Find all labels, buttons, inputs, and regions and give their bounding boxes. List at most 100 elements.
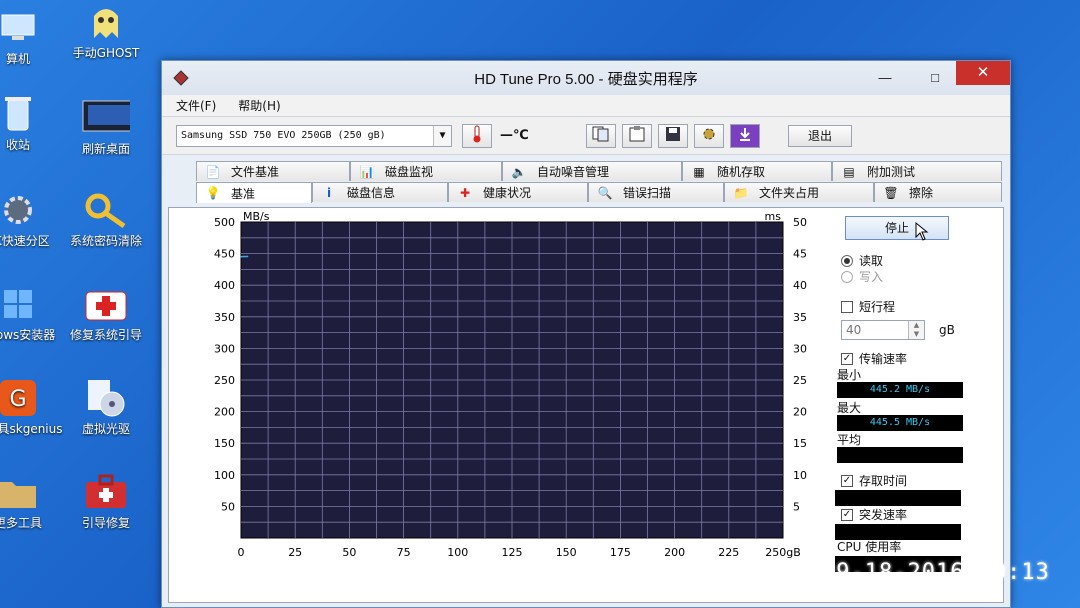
tab-benchmark[interactable]: 💡 基准 (196, 182, 312, 203)
desktop-icon-refresh[interactable]: 刷新桌面 (58, 98, 154, 156)
chart-icon: ▤ (843, 164, 855, 179)
desktop-icon-diskgenius[interactable]: G 区工具skgenius (0, 378, 66, 436)
write-radio-circle[interactable] (841, 270, 853, 283)
y-right-tick-label: 50 (793, 216, 807, 229)
desktop-icon-password[interactable]: 系统密码清除 (58, 190, 154, 248)
exit-button[interactable]: 退出 (788, 124, 852, 147)
copy-icon (592, 126, 610, 146)
y-right-tick-label: 15 (793, 437, 807, 450)
photo-timestamp: 09-18-2016 10:13 (822, 560, 1050, 585)
max-readout: 445.5 MB/s (837, 415, 963, 431)
stop-button[interactable]: 停止 (845, 216, 949, 240)
desktop-icon-label: SK快速分区 (0, 234, 50, 248)
y-right-tick-label: 45 (793, 248, 807, 261)
y-left-axis-label: MB/s (243, 210, 270, 223)
cpu-label: CPU 使用率 (837, 540, 902, 554)
y-left-tick-label: 250 (214, 374, 235, 387)
diskgenius-icon: G (0, 378, 42, 418)
gear-icon (0, 190, 42, 230)
menu-bar: 文件(F) 帮助(H) (162, 95, 1010, 117)
options-button[interactable] (694, 123, 724, 148)
benchmark-chart: 5010015020025030035040045050051015202530… (214, 210, 807, 559)
desktop-icon-computer[interactable]: 算机 (0, 8, 66, 66)
read-radio[interactable]: 读取 (841, 252, 883, 269)
ghost-icon (82, 2, 130, 42)
file-icon: 📄 (205, 164, 221, 179)
desktop-icon-boot-repair[interactable]: 引导修复 (58, 472, 154, 530)
copy-info-button[interactable] (586, 123, 616, 148)
clipboard-icon (628, 125, 646, 146)
write-radio[interactable]: 写入 (841, 268, 883, 285)
desktop-icon-partition[interactable]: SK快速分区 (0, 190, 66, 248)
copy-screenshot-button[interactable] (622, 123, 652, 148)
drive-select[interactable]: Samsung SSD 750 EVO 250GB (250 gB) ▼ (176, 124, 452, 147)
y-left-tick-label: 400 (214, 279, 235, 292)
desktop-icon-repair-boot[interactable]: 修复系统引导 (58, 284, 154, 342)
tab-disk-monitor[interactable]: 📊 磁盘监视 (350, 161, 502, 181)
tab-health[interactable]: ✚ 健康状况 (448, 182, 588, 202)
desktop-icon-ghost[interactable]: 手动GHOST (58, 2, 154, 60)
chevron-down-icon[interactable]: ▼ (433, 125, 451, 146)
access-time-checkbox[interactable]: ✓ 存取时间 (841, 472, 907, 489)
tab-label: 错误扫描 (623, 186, 672, 200)
tab-error-scan[interactable]: 🔍 错误扫描 (588, 182, 724, 202)
tab-aam[interactable]: 🔈 自动噪音管理 (502, 161, 682, 181)
tab-label: 文件基准 (231, 165, 280, 179)
spinner-arrows-icon[interactable]: ▲ ▼ (908, 321, 924, 339)
y-right-tick-label: 20 (793, 406, 807, 419)
read-label: 读取 (859, 254, 884, 268)
download-icon (737, 126, 753, 146)
burst-rate-check[interactable]: ✓ (841, 508, 853, 521)
folder-icon: 📁 (733, 185, 749, 200)
access-time-check[interactable]: ✓ (841, 474, 853, 487)
min-label: 最小 (837, 368, 862, 382)
transfer-rate-check[interactable]: ✓ (841, 352, 853, 365)
desktop-icon-label: 系统密码清除 (69, 234, 142, 248)
read-radio-circle[interactable] (841, 254, 853, 267)
speaker-icon: 🔈 (511, 164, 527, 179)
tab-extra-tests[interactable]: ▤ 附加测试 (832, 161, 1002, 181)
benchmark-controls: 停止 读取 写入 短行程 40 ▲ ▼ gB ✓ 传输速率 最小 445.2 M… (833, 208, 1003, 604)
maximize-button[interactable]: □ (922, 71, 948, 91)
tab-label: 擦除 (909, 186, 934, 200)
minimize-button[interactable]: — (872, 71, 898, 91)
y-left-tick-label: 100 (214, 469, 235, 482)
x-tick-label: 100 (447, 546, 468, 559)
window-title: HD Tune Pro 5.00 - 硬盘实用程序 (474, 70, 698, 88)
tab-erase[interactable]: 🗑 擦除 (874, 182, 1002, 202)
thermometer-button[interactable] (462, 123, 492, 148)
short-stroke-checkbox[interactable]: 短行程 (841, 298, 895, 315)
desktop-icon-more-tools[interactable]: 更多工具 (0, 472, 66, 530)
app-icon (172, 69, 190, 87)
x-tick-label: 75 (397, 546, 411, 559)
desktop-icon-virtual-cd[interactable]: 虚拟光驱 (58, 378, 154, 436)
x-tick-label: 25 (288, 546, 302, 559)
tab-file-benchmark[interactable]: 📄 文件基准 (196, 161, 350, 181)
tab-disk-info[interactable]: i 磁盘信息 (312, 182, 448, 202)
recycle-bin-icon (0, 94, 42, 134)
y-left-tick-label: 300 (214, 342, 235, 355)
menu-file[interactable]: 文件(F) (176, 97, 216, 114)
burst-rate-checkbox[interactable]: ✓ 突发速率 (841, 506, 907, 523)
menu-help[interactable]: 帮助(H) (238, 97, 280, 114)
tab-label: 磁盘监视 (385, 165, 434, 179)
short-stroke-check[interactable] (841, 300, 853, 313)
firstaid-icon (82, 284, 130, 324)
transfer-rate-checkbox[interactable]: ✓ 传输速率 (841, 350, 907, 367)
title-bar[interactable]: HD Tune Pro 5.00 - 硬盘实用程序 — □ ✕ (162, 61, 1010, 95)
svg-text:G: G (9, 387, 26, 412)
health-cross-icon: ✚ (459, 185, 471, 200)
save-button[interactable] (658, 123, 688, 148)
tab-label: 基准 (231, 186, 256, 201)
toolbox-icon (82, 472, 130, 512)
tab-random-access[interactable]: ▦ 随机存取 (682, 161, 832, 181)
short-stroke-spinner[interactable]: 40 ▲ ▼ (841, 320, 925, 340)
short-stroke-label: 短行程 (859, 300, 896, 314)
download-button[interactable] (730, 123, 760, 148)
tab-folder-usage[interactable]: 📁 文件夹占用 (724, 182, 874, 202)
close-button[interactable]: ✕ (956, 61, 1010, 85)
windows-icon (0, 284, 42, 324)
desktop-icon-installer[interactable]: ndows安装器 (0, 284, 66, 342)
trash-icon: 🗑 (883, 185, 899, 200)
desktop-icon-recycle[interactable]: 收站 (0, 94, 66, 152)
